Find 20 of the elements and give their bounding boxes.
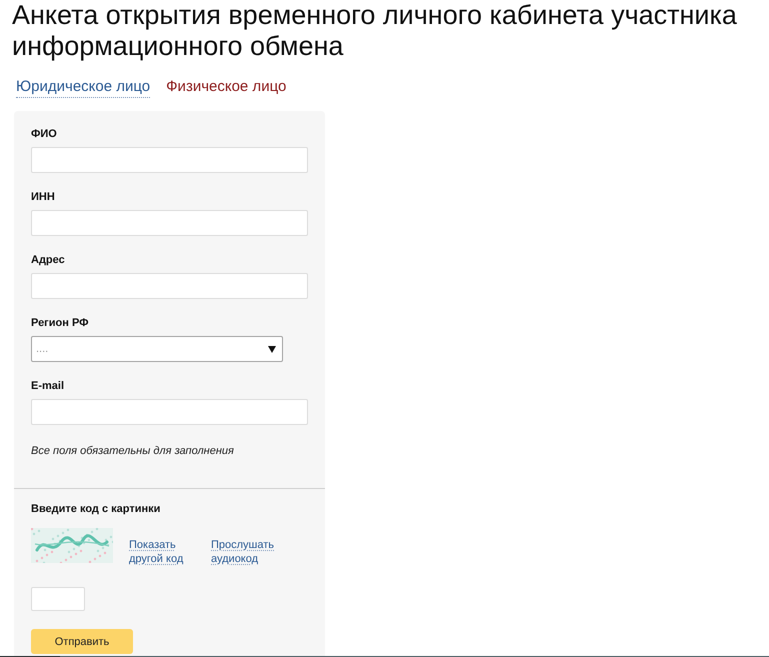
field-label: Регион РФ (31, 317, 89, 330)
input-field[interactable] (31, 147, 308, 173)
captcha-label: Введите код с картинки (31, 503, 160, 516)
page-title: Анкета открытия временного личного кабинета участника информационного обмена (12, 0, 738, 62)
audio-code-link[interactable]: Прослушать аудиокод (211, 538, 279, 566)
person-type-tab[interactable]: Физическое лицо (166, 78, 286, 98)
field-label: ФИО (31, 128, 57, 141)
input-field[interactable] (31, 399, 308, 425)
field-label: E-mail (31, 380, 64, 393)
input-field[interactable] (31, 273, 308, 299)
field-label: Адрес (31, 254, 65, 267)
new-code-link[interactable]: Показать другой код (129, 538, 189, 566)
person-type-tab[interactable]: Юридическое лицо (16, 78, 150, 98)
captcha-input-field[interactable] (31, 587, 85, 611)
submit-button[interactable]: Отправить (31, 629, 133, 654)
field-label: ИНН (31, 191, 55, 204)
required-note: Все поля обязательны для заполнения (31, 445, 234, 458)
input-field[interactable] (31, 210, 308, 236)
select-value: .... (36, 342, 48, 356)
caret-icon (268, 346, 276, 352)
